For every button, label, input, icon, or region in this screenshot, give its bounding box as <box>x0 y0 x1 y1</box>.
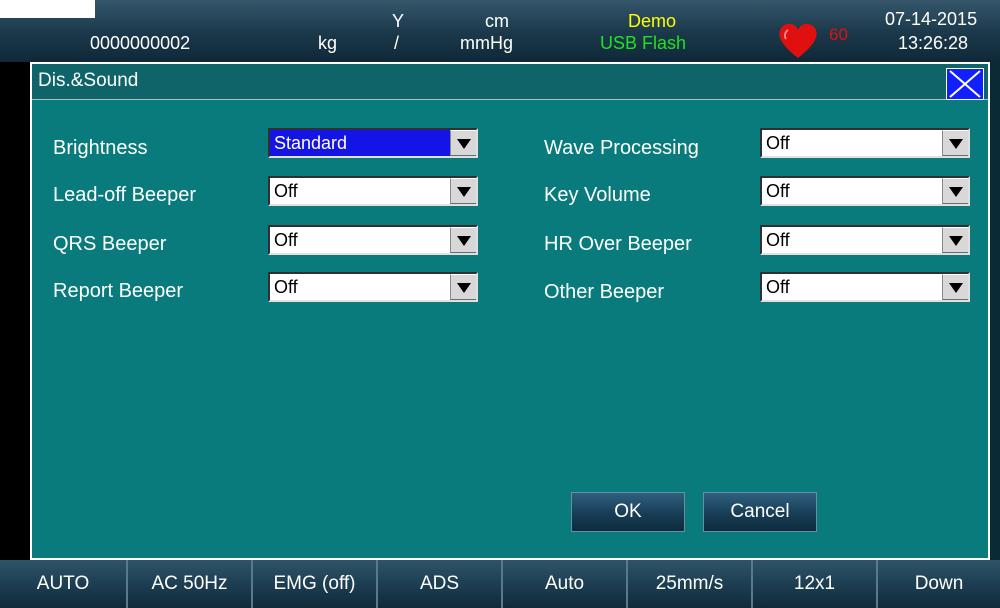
ok-button[interactable]: OK <box>571 492 685 532</box>
qrs-beeper-value: Off <box>274 230 298 250</box>
time: 13:26:28 <box>898 33 969 53</box>
age-unit: Y <box>392 11 405 31</box>
down-button[interactable]: Down <box>878 560 1000 608</box>
report-beeper-label: Report Beeper <box>53 280 184 302</box>
height-unit: cm <box>485 11 509 31</box>
heart-rate: 60 <box>829 25 848 44</box>
ads-button[interactable]: ADS <box>378 560 503 608</box>
dialog-title-bar: Dis.&Sound <box>32 64 988 100</box>
bp-unit: mmHg <box>460 33 513 53</box>
lead-off-beeper-value: Off <box>274 181 298 201</box>
report-beeper-select[interactable]: Off <box>268 272 478 302</box>
key-volume-value: Off <box>766 181 790 201</box>
ac-filter-button[interactable]: AC 50Hz <box>128 560 253 608</box>
other-beeper-select[interactable]: Off <box>760 272 970 302</box>
speed-button[interactable]: 25mm/s <box>628 560 753 608</box>
dropdown-arrow-icon[interactable] <box>942 274 968 300</box>
dialog-title: Dis.&Sound <box>38 70 139 91</box>
hr-over-beeper-select[interactable]: Off <box>760 225 970 255</box>
weight-unit: kg <box>318 33 338 53</box>
status-bar: 0000000002 kg Y / cm mmHg Demo USB Flash… <box>0 0 1000 62</box>
close-button[interactable] <box>946 68 984 100</box>
emg-filter-button[interactable]: EMG (off) <box>253 560 378 608</box>
hr-over-beeper-label: HR Over Beeper <box>544 233 692 255</box>
report-beeper-value: Off <box>274 277 298 297</box>
hr-over-beeper-value: Off <box>766 230 790 250</box>
wave-processing-select[interactable]: Off <box>760 128 970 158</box>
lead-off-beeper-select[interactable]: Off <box>268 176 478 206</box>
patient-id: 0000000002 <box>90 33 191 53</box>
dis-sound-dialog: Dis.&Sound Brightness Standard Lead-off … <box>30 62 990 560</box>
mode-auto-button[interactable]: AUTO <box>0 560 128 608</box>
close-x-icon <box>949 70 981 98</box>
dropdown-arrow-icon[interactable] <box>450 227 476 253</box>
brightness-value: Standard <box>274 133 348 153</box>
cancel-button[interactable]: Cancel <box>703 492 817 532</box>
other-beeper-value: Off <box>766 277 790 297</box>
other-beeper-label: Other Beeper <box>544 281 665 303</box>
wave-processing-value: Off <box>766 133 790 153</box>
bottom-function-bar: AUTO AC 50Hz EMG (off) ADS Auto 25mm/s 1… <box>0 560 1000 608</box>
brightness-select[interactable]: Standard <box>268 128 478 158</box>
right-border <box>990 62 1000 560</box>
key-volume-label: Key Volume <box>544 184 651 206</box>
left-border <box>0 62 30 560</box>
wave-processing-label: Wave Processing <box>544 137 699 159</box>
dropdown-arrow-icon[interactable] <box>942 130 968 156</box>
qrs-beeper-select[interactable]: Off <box>268 225 478 255</box>
lead-off-beeper-label: Lead-off Beeper <box>53 184 197 206</box>
dropdown-arrow-icon[interactable] <box>942 178 968 204</box>
storage-label: USB Flash <box>600 33 687 53</box>
layout-button[interactable]: 12x1 <box>753 560 878 608</box>
date: 07-14-2015 <box>885 9 978 29</box>
mode-label: Demo <box>628 11 677 31</box>
key-volume-select[interactable]: Off <box>760 176 970 206</box>
dropdown-arrow-icon[interactable] <box>450 130 476 156</box>
heart-icon <box>776 20 820 65</box>
qrs-beeper-label: QRS Beeper <box>53 233 167 255</box>
auto-button[interactable]: Auto <box>503 560 628 608</box>
separator-slash: / <box>394 33 400 53</box>
dropdown-arrow-icon[interactable] <box>942 227 968 253</box>
status-corner <box>0 0 95 18</box>
brightness-label: Brightness <box>53 137 148 159</box>
dropdown-arrow-icon[interactable] <box>450 178 476 204</box>
dropdown-arrow-icon[interactable] <box>450 274 476 300</box>
